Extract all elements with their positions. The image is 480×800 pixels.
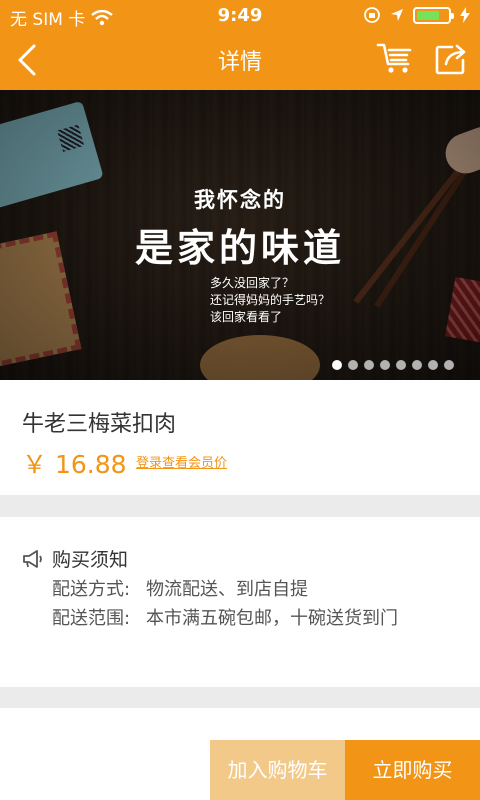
carousel-dot[interactable] [396, 360, 406, 370]
nav-bar: 详情 [0, 30, 480, 90]
megaphone-icon [23, 549, 42, 568]
shipping-method-row: 配送方式: 物流配送、到店自提 [52, 578, 416, 602]
notice-title: 购买须知 [52, 549, 129, 571]
banner-headline-small: 我怀念的 [194, 188, 286, 212]
banner-subtext: 多久没回家了？ 还记得妈妈的手艺吗？ 该回家看看了 [210, 275, 410, 326]
status-bar: 无 SIM 卡 9:49 [0, 0, 480, 30]
banner-subtext-line: 多久没回家了？ [210, 276, 295, 290]
carousel-dot[interactable] [380, 360, 390, 370]
shipping-method-value: 物流配送、到店自提 [146, 579, 308, 600]
shipping-method-label: 配送方式: [52, 579, 131, 600]
cart-icon[interactable] [376, 42, 414, 76]
shipping-range-value: 本市满五碗包邮，十碗送货到门 [146, 608, 398, 629]
status-right [363, 6, 470, 24]
promo-banner[interactable]: 我怀念的 是家的味道 多久没回家了？ 还记得妈妈的手艺吗？ 该回家看看了 [0, 90, 480, 380]
carousel-dot[interactable] [444, 360, 454, 370]
carousel-indicator[interactable] [332, 360, 454, 370]
buy-now-button[interactable]: 立即购买 [345, 740, 480, 800]
shipping-range-label: 配送范围: [52, 608, 131, 629]
carousel-dot[interactable] [428, 360, 438, 370]
product-name: 牛老三梅菜扣肉 [22, 412, 177, 437]
product-price: ￥ 16.88 [22, 450, 127, 479]
carousel-dot[interactable] [364, 360, 374, 370]
charging-icon [460, 7, 470, 23]
battery-icon [413, 6, 454, 24]
add-to-cart-button[interactable]: 加入购物车 [210, 740, 345, 800]
notice-header: 购买须知 [22, 545, 128, 572]
member-price-link[interactable]: 登录查看会员价 [136, 452, 227, 471]
carousel-dot[interactable] [412, 360, 422, 370]
shipping-range-row: 配送范围: 本市满五碗包邮，十碗送货到门 [52, 607, 416, 631]
location-icon [391, 9, 403, 21]
app-header: 无 SIM 卡 9:49 详情 [0, 0, 480, 90]
orientation-lock-icon [364, 7, 380, 23]
banner-subtext-line: 该回家看看了 [210, 310, 283, 324]
purchase-notice: 购买须知 配送方式: 物流配送、到店自提 配送范围: 本市满五碗包邮，十碗送货到门 [0, 517, 480, 687]
banner-subtext-line: 还记得妈妈的手艺吗？ [210, 293, 331, 307]
share-icon[interactable] [434, 42, 468, 76]
carousel-dot[interactable] [348, 360, 358, 370]
carousel-dot[interactable] [332, 360, 342, 370]
banner-headline: 是家的味道 [134, 226, 345, 270]
product-info: 牛老三梅菜扣肉 ￥ 16.88 登录查看会员价 [0, 380, 480, 495]
